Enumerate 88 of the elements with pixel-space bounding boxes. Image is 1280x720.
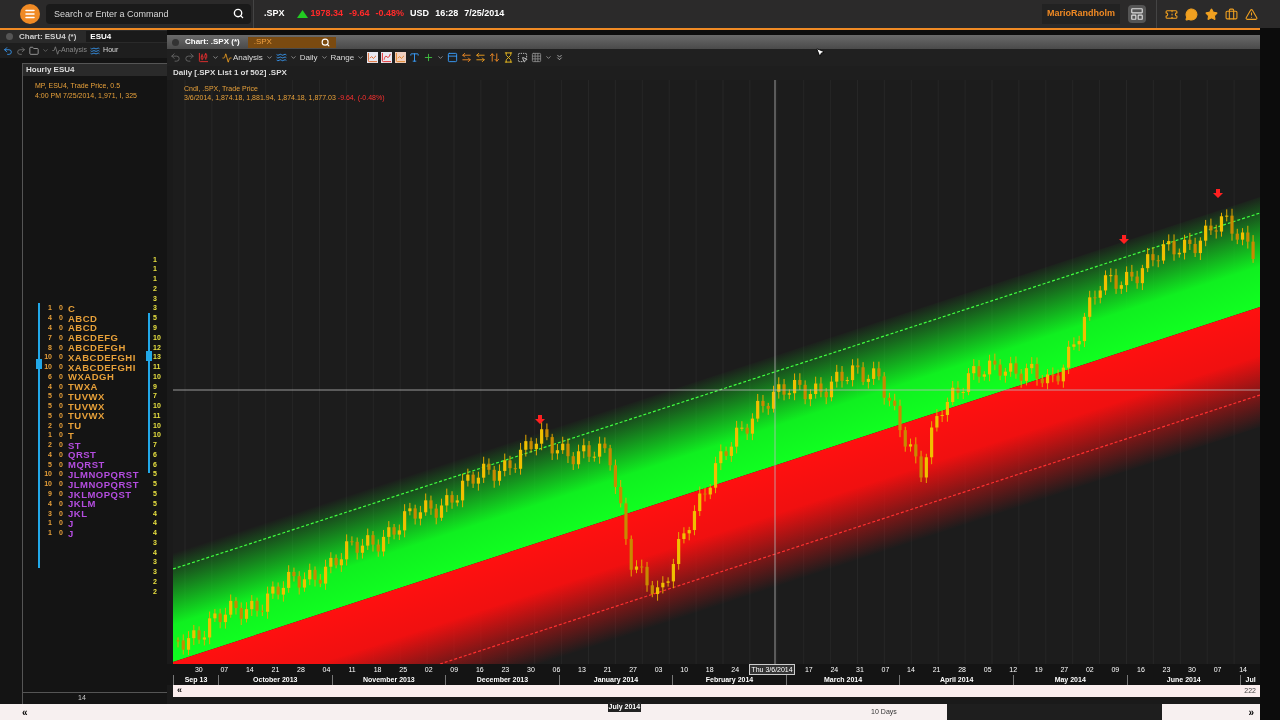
folder-icon[interactable] <box>29 45 39 56</box>
scroll-left-button[interactable]: « <box>177 684 182 698</box>
percent-change: -0.48% <box>375 7 405 21</box>
hourglass-icon[interactable] <box>503 52 515 63</box>
chat-icon[interactable] <box>1185 7 1198 21</box>
window-status-icon <box>172 38 179 46</box>
warning-icon[interactable] <box>1245 7 1258 21</box>
profile-letters: QRST <box>68 450 97 460</box>
scroll-right-button[interactable]: » <box>1248 704 1254 720</box>
line-chart-icon[interactable] <box>367 52 379 63</box>
search-icon[interactable] <box>320 37 330 47</box>
profile-letters: ABCDEFGH <box>68 343 126 353</box>
panel-title: Daily [.SPX List 1 of 502] .SPX <box>167 66 1260 80</box>
profile-letters: J <box>68 528 74 539</box>
cursor-icon <box>815 47 826 58</box>
waves-icon[interactable] <box>90 45 101 56</box>
zoom-horizontal-icon[interactable] <box>475 52 487 63</box>
scroll-left-button[interactable]: « <box>22 704 28 720</box>
panel-title: Hourly ESU4 <box>23 64 167 76</box>
profile-letters: ABCD <box>68 323 98 333</box>
crosshair-icon[interactable] <box>423 52 435 63</box>
last-price: 1978.34 <box>310 7 344 21</box>
profile-letters: TUVWX <box>68 401 105 412</box>
profile-letters: WXADGH <box>68 372 115 382</box>
spline-chart-icon[interactable] <box>381 52 393 63</box>
waves-icon[interactable] <box>275 52 287 63</box>
interval-button[interactable]: Daily <box>299 51 318 64</box>
pan-icon[interactable] <box>461 52 473 63</box>
search-field[interactable]: Search or Enter a Command <box>46 4 251 24</box>
select-icon[interactable] <box>517 52 529 63</box>
profile-letters: XABCDEFGHI <box>68 362 136 373</box>
ticker-symbol[interactable]: .SPX <box>264 7 285 21</box>
profile-letters: ABCDEFG <box>68 333 119 343</box>
layout-icon[interactable] <box>1128 5 1146 23</box>
window-title: Chart: ESU4 (*) <box>19 30 77 43</box>
ticket-icon[interactable] <box>1165 7 1178 21</box>
profile-letters: JLMNOPQRST <box>68 479 139 490</box>
more-icon[interactable] <box>555 53 565 62</box>
date-label: 7/25/2014 <box>464 7 505 21</box>
profile-letters: TWXA <box>68 382 98 392</box>
app-logo-icon[interactable] <box>20 4 40 24</box>
profile-letters: JLMNOPQRST <box>68 469 139 480</box>
price-change: -9.64 <box>349 7 370 21</box>
analysis-button[interactable]: Analysis <box>222 51 263 64</box>
profile-letters: JKLMOPQST <box>68 489 132 499</box>
caret-icon[interactable] <box>545 54 553 61</box>
profile-letters: TU <box>68 421 82 431</box>
grid-icon[interactable] <box>531 52 543 63</box>
profile-letters: XABCDEFGHI <box>68 352 136 363</box>
time-label: 16:28 <box>435 7 459 21</box>
candlestick-icon[interactable] <box>198 52 209 63</box>
caret-icon[interactable] <box>265 54 273 61</box>
undo-icon[interactable] <box>3 45 13 56</box>
search-icon[interactable] <box>233 8 244 19</box>
star-icon[interactable] <box>1205 7 1218 21</box>
window-status-icon <box>6 33 13 40</box>
profile-letters: T <box>68 430 75 441</box>
trend-line-icon <box>222 52 232 63</box>
value-area-handle[interactable] <box>146 351 152 361</box>
symbol-field[interactable]: .SPX <box>247 36 336 48</box>
value-area-handle[interactable] <box>36 359 42 369</box>
profile-letters: J <box>68 518 74 529</box>
panel-icon[interactable] <box>447 52 459 63</box>
window-title: Chart: .SPX (*) <box>185 36 240 48</box>
profile-letters: TUVWX <box>68 411 105 421</box>
user-name[interactable]: MarioRandholm <box>1042 4 1120 24</box>
range-button[interactable]: Range <box>330 51 355 64</box>
profile-letters: JKL <box>68 509 88 519</box>
scroll-thumb[interactable] <box>946 704 1162 720</box>
profile-letters: JKLM <box>68 499 96 509</box>
redo-icon[interactable] <box>16 45 26 56</box>
symbol-field[interactable]: ESU4 <box>86 31 167 42</box>
briefcase-icon[interactable] <box>1225 7 1238 21</box>
profile-letters: ABCD <box>68 313 98 324</box>
caret-icon[interactable] <box>320 54 328 61</box>
profile-letters: C <box>68 303 76 314</box>
profile-letters: ST <box>68 440 82 451</box>
currency-label: USD <box>410 7 430 21</box>
trend-line-icon <box>52 46 61 55</box>
caret-icon[interactable] <box>357 54 365 61</box>
caret-icon[interactable] <box>289 54 297 61</box>
zoom-vertical-icon[interactable] <box>489 52 501 63</box>
line-chart-icon[interactable] <box>395 52 407 63</box>
text-tool-icon[interactable] <box>409 52 421 63</box>
caret-icon[interactable] <box>212 54 219 61</box>
caret-icon[interactable] <box>437 54 445 61</box>
profile-letters: MQRST <box>68 460 105 470</box>
profile-letters: TUVWX <box>68 391 105 402</box>
